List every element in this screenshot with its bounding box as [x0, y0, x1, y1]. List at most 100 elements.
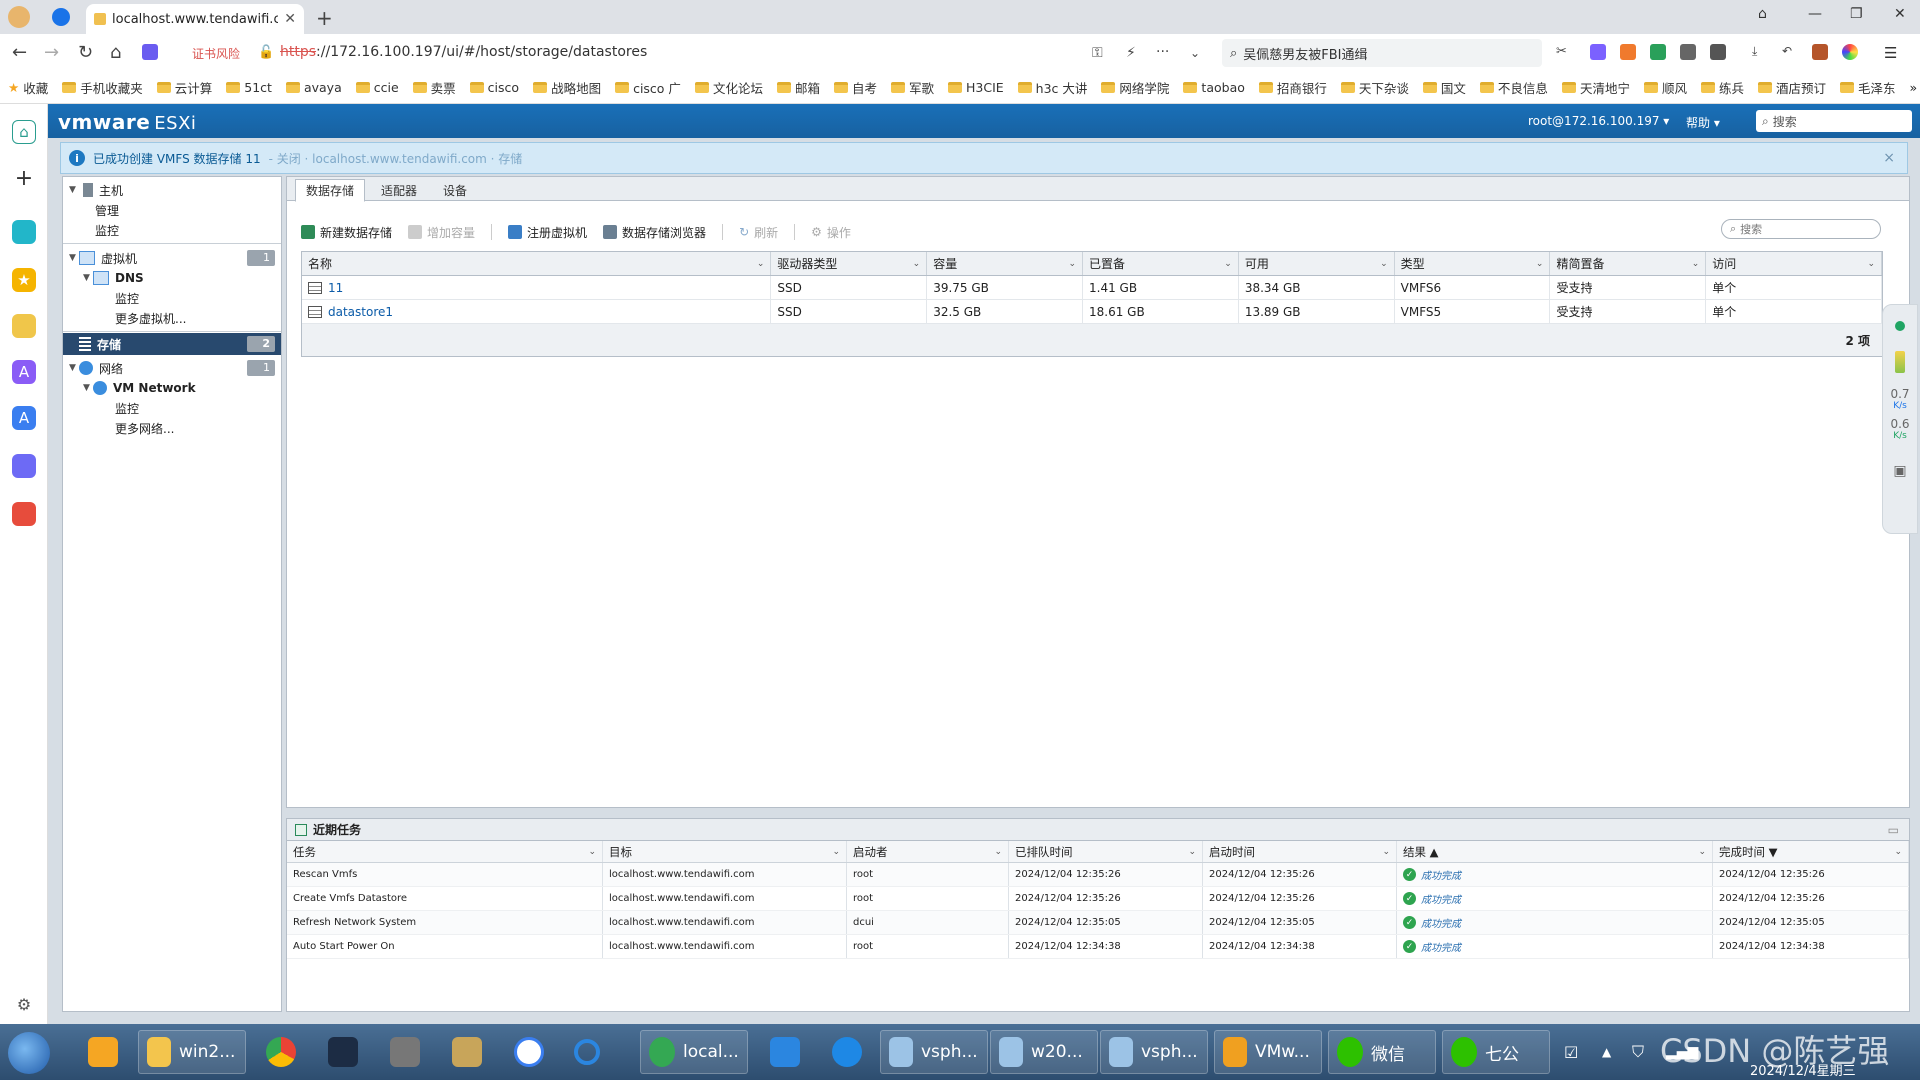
bookmark-item[interactable]: H3CIE [948, 80, 1004, 95]
chevron-down-icon[interactable]: ⌄ [1698, 847, 1706, 857]
scissors-icon[interactable]: ✂ [1556, 44, 1572, 60]
app-teal-icon[interactable] [12, 220, 36, 244]
reload-icon[interactable]: ↻ [78, 42, 93, 63]
ai-extension-icon[interactable] [142, 44, 158, 60]
taskbar-arrow[interactable] [762, 1030, 800, 1074]
user-menu[interactable]: root@172.16.100.197 ▾ [1528, 114, 1669, 128]
chat-app-icon[interactable] [12, 314, 36, 338]
task-column-header[interactable]: 已排队时间 ⌄ [1009, 841, 1203, 862]
pinned-tab-icon[interactable] [52, 8, 70, 26]
nav-vm-dns[interactable]: ▼ DNS [63, 267, 281, 289]
bookmarks-overflow-icon[interactable]: » [1910, 80, 1918, 95]
task-row[interactable]: Create Vmfs Datastore localhost.www.tenda… [287, 887, 1909, 911]
chevron-down-icon[interactable]: ⌄ [1190, 46, 1200, 60]
task-column-header[interactable]: 目标 ⌄ [603, 841, 847, 862]
extension-gray-icon[interactable] [1680, 44, 1696, 60]
chevron-down-icon[interactable]: ⌄ [1188, 847, 1196, 857]
menu-icon[interactable]: ☰ [1884, 44, 1900, 62]
chevron-down-icon[interactable]: ⌄ [1692, 259, 1700, 269]
extension-green-icon[interactable] [1650, 44, 1666, 60]
bookmark-item[interactable]: 自考 [833, 78, 877, 97]
table-row[interactable]: datastore1 SSD 32.5 GB 18.61 GB 13.89 GB VMFS… [302, 300, 1883, 324]
datastore-name-link[interactable]: datastore1 [328, 305, 393, 319]
forward-icon[interactable]: → [44, 42, 59, 63]
taskbar-qigong[interactable]: 七公 [1442, 1030, 1550, 1074]
chevron-down-icon[interactable]: ⌄ [588, 847, 596, 857]
taskbar-app-orange[interactable] [80, 1030, 118, 1074]
chevron-down-icon[interactable]: ⌄ [832, 847, 840, 857]
taskbar-wechat[interactable]: 微信 [1328, 1030, 1436, 1074]
taskbar-mail[interactable] [444, 1030, 482, 1074]
chevron-down-icon[interactable]: ⌄ [1068, 259, 1076, 269]
bookmark-item[interactable]: 手机收藏夹 [62, 78, 143, 97]
tray-checkbox-icon[interactable]: ☑ [1556, 1030, 1578, 1074]
collapse-icon[interactable]: ▼ [69, 253, 79, 263]
bookmark-item[interactable]: 文化论坛 [694, 78, 763, 97]
cert-warning[interactable]: 证书风险 [192, 45, 240, 62]
chevron-down-icon[interactable]: ⌄ [1894, 847, 1902, 857]
bookmark-item[interactable]: ccie [355, 80, 399, 95]
help-menu[interactable]: 帮助 ▾ [1686, 114, 1720, 131]
key-icon[interactable]: ⚿ [1092, 45, 1103, 61]
bookmark-item[interactable]: 招商银行 [1258, 78, 1327, 97]
tab-esxi[interactable]: localhost.www.tendawifi.cor ✕ [86, 4, 304, 34]
taskbar-flower[interactable] [506, 1030, 544, 1074]
more-icon[interactable]: ··· [1156, 44, 1169, 60]
nav-networking[interactable]: ▼ 网络 1 [63, 357, 281, 379]
network-speed-widget[interactable]: 0.7 K/s 0.6 K/s ▣ [1882, 304, 1918, 534]
browser-search-box[interactable]: ⌕ 吴佩慈男友被FBI通缉 [1222, 39, 1542, 67]
home-sidebar-icon[interactable]: ⌂ [12, 120, 36, 144]
nav-virtual-machines[interactable]: ▼ 虚拟机 1 [63, 247, 281, 269]
game-app-icon[interactable] [12, 502, 36, 526]
collapse-icon[interactable]: ▼ [69, 185, 79, 195]
taskbar-cloud[interactable] [824, 1030, 862, 1074]
camera-icon[interactable]: ▣ [1883, 463, 1917, 479]
bookmark-item[interactable]: 天清地宁 [1561, 78, 1630, 97]
task-row[interactable]: Refresh Network System localhost.www.tend… [287, 911, 1909, 935]
extension-purple-icon[interactable] [1590, 44, 1606, 60]
taskbar-search[interactable] [566, 1030, 600, 1074]
task-row[interactable]: Rescan Vmfs localhost.www.tendawifi.com ro… [287, 863, 1909, 887]
column-header[interactable]: 访问 ⌄ [1706, 252, 1883, 275]
close-tab-icon[interactable]: ✕ [284, 11, 296, 27]
new-tab-button[interactable]: + [316, 6, 333, 30]
home-icon[interactable]: ⌂ [110, 42, 121, 63]
nav-vm-network[interactable]: ▼ VM Network [63, 377, 281, 399]
table-row[interactable]: 11 SSD 39.75 GB 1.41 GB 38.34 GB VMFS6 受支持 单个 [302, 276, 1883, 300]
chevron-down-icon[interactable]: ⌄ [1224, 259, 1232, 269]
refresh-button[interactable]: ↻ 刷新 [739, 224, 778, 241]
datastore-name-link[interactable]: 11 [328, 281, 343, 295]
column-header[interactable]: 已置备 ⌄ [1083, 252, 1239, 275]
column-header[interactable]: 名称 ⌄ [302, 252, 772, 275]
nav-network-monitor[interactable]: 监控 [63, 397, 281, 419]
bookmark-item[interactable]: 51ct [226, 80, 272, 95]
esxi-search-input[interactable]: ⌕ 搜索 [1756, 110, 1912, 132]
bookmark-item[interactable]: ★ 收藏 [8, 78, 48, 97]
column-header[interactable]: 驱动器类型 ⌄ [771, 252, 928, 275]
profile-avatar-icon[interactable] [8, 6, 30, 28]
register-vm-button[interactable]: 注册虚拟机 [508, 224, 587, 241]
nav-monitor[interactable]: 监控 [63, 219, 281, 241]
taskbar-vsph-2[interactable]: vsph... [1100, 1030, 1208, 1074]
increase-capacity-button[interactable]: 增加容量 [408, 224, 475, 241]
taskbar-vmware[interactable]: VMw... [1214, 1030, 1322, 1074]
bookmark-item[interactable]: 网络学院 [1101, 78, 1169, 97]
robot-app-icon[interactable] [12, 454, 36, 478]
tab-devices[interactable]: 设备 [433, 179, 477, 201]
bookmark-item[interactable]: avaya [285, 80, 342, 95]
bookmark-item[interactable]: 卖票 [412, 78, 456, 97]
bookmark-item[interactable]: 邮箱 [776, 78, 820, 97]
pin-window-icon[interactable]: ⌂ [1758, 6, 1767, 22]
close-window-icon[interactable]: ✕ [1894, 6, 1906, 22]
taskbar-local[interactable]: local... [640, 1030, 748, 1074]
taskbar-vsph-1[interactable]: vsph... [880, 1030, 988, 1074]
collapse-icon[interactable]: ▼ [69, 363, 79, 373]
nav-more-networks[interactable]: 更多网络... [63, 417, 281, 439]
bookmark-item[interactable]: 军歌 [890, 78, 934, 97]
toolbox-icon[interactable] [1812, 44, 1828, 60]
back-icon[interactable]: ← [12, 42, 27, 63]
collapse-icon[interactable]: ▼ [83, 383, 93, 393]
minimize-icon[interactable]: — [1808, 6, 1822, 22]
start-button-icon[interactable] [8, 1032, 50, 1074]
column-header[interactable]: 类型 ⌄ [1395, 252, 1551, 275]
